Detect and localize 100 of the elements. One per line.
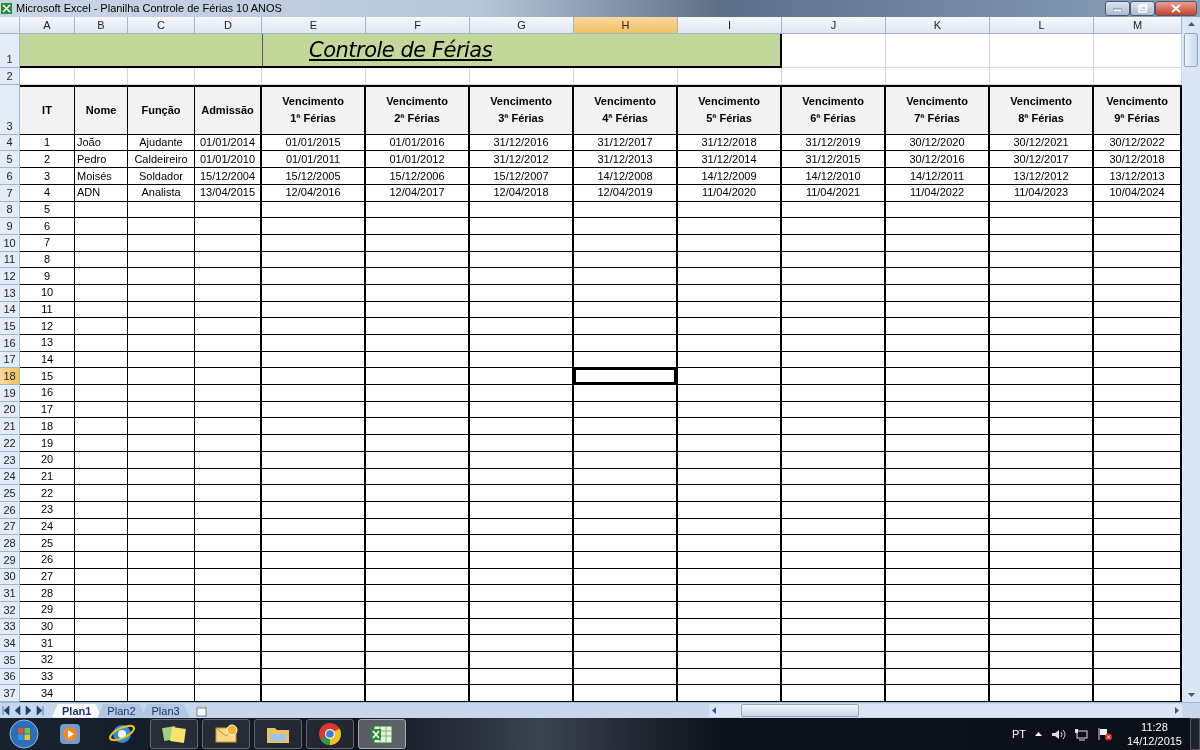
column-heading: Vencimento 3ª Férias (470, 84, 574, 135)
table-cell: 5 (20, 201, 75, 219)
minimize-button[interactable] (1105, 0, 1130, 16)
empty-cell (75, 451, 128, 469)
empty-cell (75, 518, 128, 536)
scroll-thumb[interactable] (741, 704, 859, 718)
empty-cell (75, 234, 128, 252)
column-heading: Vencimento 9ª Férias (1094, 84, 1182, 135)
sheet-tab[interactable]: Plan3 (141, 703, 190, 718)
row-header[interactable]: 28 (0, 535, 20, 552)
clock-date: 14/12/2015 (1126, 734, 1182, 748)
table-cell: 01/01/2012 (366, 151, 470, 169)
empty-cell (75, 668, 128, 686)
row-header[interactable]: 3 (0, 84, 20, 135)
row-header[interactable]: 21 (0, 418, 20, 436)
empty-cell (75, 552, 128, 569)
column-heading: Vencimento 2ª Férias (366, 84, 470, 135)
empty-cell (75, 468, 128, 486)
empty-cell (75, 251, 128, 269)
empty-cell (75, 568, 128, 586)
row-header[interactable]: 9 (0, 218, 20, 235)
sheet-nav-button[interactable] (33, 704, 44, 718)
empty-cell (128, 268, 195, 285)
empty-cell (128, 335, 195, 352)
table-cell: Ajudante (128, 134, 195, 152)
flag-icon (1096, 727, 1113, 741)
row-header[interactable]: 15 (0, 318, 20, 336)
row-header[interactable]: 12 (0, 268, 20, 285)
empty-cell (128, 652, 195, 669)
last-arrow-icon (33, 704, 44, 718)
table-cell: 21 (20, 468, 75, 486)
restore-icon (1137, 3, 1148, 13)
play-icon (57, 721, 83, 747)
table-cell: 28 (20, 585, 75, 603)
table-cell: 3 (20, 168, 75, 185)
empty-cell (128, 618, 195, 636)
language-indicator[interactable]: PT (1011, 728, 1026, 740)
column-heading: Vencimento 8ª Férias (990, 84, 1094, 135)
row-header[interactable]: 35 (0, 652, 20, 669)
empty-cell (75, 201, 128, 219)
row-header[interactable]: 16 (0, 335, 20, 352)
row-header[interactable]: 5 (0, 151, 20, 169)
network-icon (1073, 727, 1089, 741)
empty-cell (195, 518, 262, 536)
sheet-nav-button[interactable] (22, 704, 33, 718)
table-cell: 32 (20, 652, 75, 669)
close-button[interactable] (1155, 0, 1197, 16)
table-cell: 30 (20, 618, 75, 636)
table-cell: 14/12/2009 (678, 168, 782, 185)
row-header[interactable]: 31 (0, 585, 20, 603)
orb-icon (9, 719, 39, 749)
empty-cell (128, 418, 195, 436)
table-cell: 01/01/2014 (195, 134, 262, 152)
table-cell: 15/12/2007 (470, 168, 574, 185)
spreadsheet-icon (368, 722, 396, 746)
row-header[interactable]: 18 (0, 368, 20, 386)
table-cell: 31/12/2014 (678, 151, 782, 169)
row-header[interactable]: 1 (0, 33, 20, 68)
empty-cell (75, 368, 128, 386)
empty-cell (195, 451, 262, 469)
empty-cell (128, 234, 195, 252)
scroll-thumb[interactable] (1184, 32, 1198, 67)
caret-up-icon (1033, 730, 1043, 738)
vertical-scrollbar[interactable] (1182, 16, 1200, 703)
row-header[interactable]: 25 (0, 485, 20, 502)
table-cell: 13 (20, 335, 75, 352)
table-cell: Soldador (128, 168, 195, 185)
row-header[interactable]: 19 (0, 385, 20, 402)
sheet-tab[interactable]: Plan2 (97, 703, 146, 718)
horizontal-scrollbar[interactable] (709, 704, 1182, 718)
table-cell: 12 (20, 318, 75, 336)
table-cell: 01/01/2011 (262, 151, 366, 169)
row-header[interactable]: 37 (0, 685, 20, 703)
taskbar-button[interactable] (202, 719, 250, 749)
sheet-nav-button[interactable] (0, 704, 11, 718)
row-header[interactable]: 34 (0, 635, 20, 653)
cell-cursor[interactable] (574, 368, 678, 386)
taskbar-button[interactable] (254, 719, 302, 749)
restore-button[interactable] (1130, 0, 1155, 16)
sheet-tab[interactable]: Plan1 (52, 703, 102, 718)
empty-cell (75, 602, 128, 619)
empty-cell (128, 385, 195, 402)
empty-cell (128, 435, 195, 452)
empty-cell (75, 218, 128, 235)
table-cell: Caldeireiro (128, 151, 195, 169)
clock[interactable]: 11:28 14/12/2015 (1126, 720, 1182, 748)
row-header[interactable]: 6 (0, 168, 20, 185)
table-cell: 31/12/2013 (574, 151, 678, 169)
table-cell: 13/04/2015 (195, 184, 262, 202)
row-header[interactable]: 32 (0, 602, 20, 619)
taskbar-button[interactable] (306, 719, 354, 749)
taskbar-button[interactable] (150, 719, 198, 749)
empty-cell (128, 451, 195, 469)
empty-cell (75, 67, 128, 85)
empty-cell (128, 468, 195, 486)
empty-cell (195, 251, 262, 269)
table-cell: 12/04/2019 (574, 184, 678, 202)
taskbar-button[interactable] (358, 719, 406, 749)
table-cell: 15/12/2006 (366, 168, 470, 185)
row-header[interactable]: 22 (0, 435, 20, 452)
